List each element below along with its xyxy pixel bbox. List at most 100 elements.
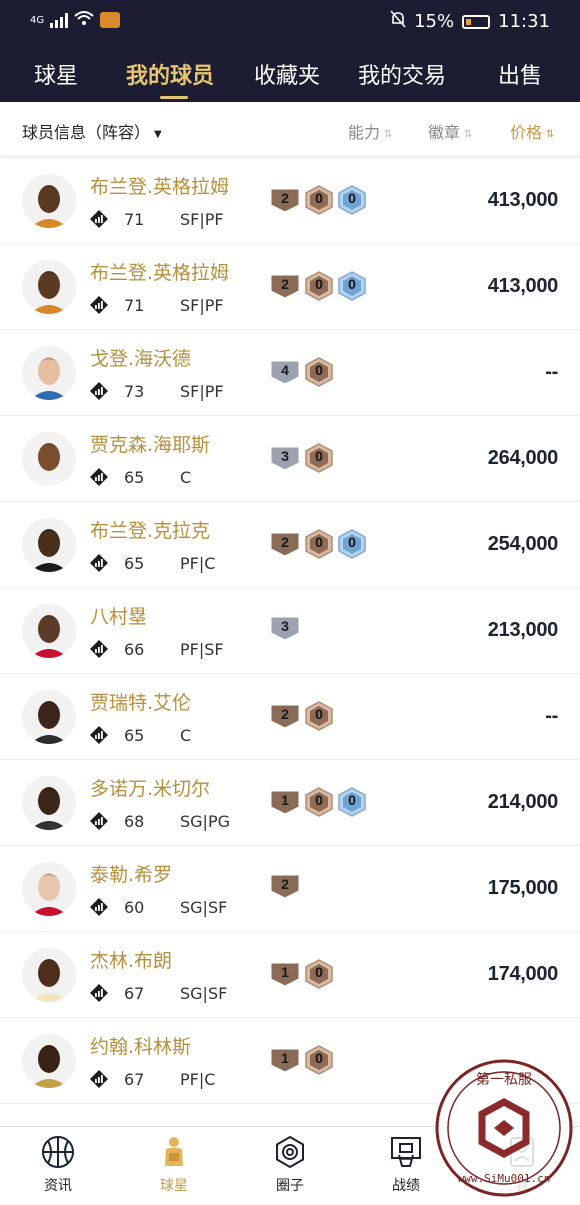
badge-count: 0 xyxy=(315,362,323,378)
basketball-icon xyxy=(42,1136,74,1168)
player-avatar xyxy=(22,260,76,314)
player-row[interactable]: 贾克森.海耶斯 65 C 3 0 264,000 xyxy=(0,416,580,502)
player-overall: 68 xyxy=(124,812,145,831)
badge-count: 2 xyxy=(281,876,289,892)
player-name: 泰勒.希罗 xyxy=(90,864,173,886)
player-price: -- xyxy=(545,705,558,727)
badge-count: 1 xyxy=(281,1050,289,1066)
rating-diamond-icon xyxy=(90,726,108,744)
player-name: 八村塁 xyxy=(90,606,148,628)
badge-count: 2 xyxy=(281,190,289,206)
player-avatar xyxy=(22,690,76,744)
player-row[interactable]: 泰勒.希罗 60 SG|SF 2 175,000 xyxy=(0,846,580,932)
player-avatar xyxy=(22,346,76,400)
network-type: 4G xyxy=(30,14,45,26)
badge-bronze-hex-icon: 0 xyxy=(305,1045,333,1075)
player-row[interactable]: 八村塁 66 PF|SF 3 213,000 xyxy=(0,588,580,674)
sort-badge-label: 徽章 xyxy=(428,123,461,142)
badge-bronze-hex-icon: 0 xyxy=(305,701,333,731)
badge-tier-icon: 2 xyxy=(270,703,300,729)
sort-price-label: 价格 xyxy=(510,123,543,142)
player-avatar xyxy=(22,174,76,228)
watermark-url: www.SiMu001.cn xyxy=(458,1172,551,1185)
badge-tier-icon: 3 xyxy=(270,445,300,471)
badge-count: 0 xyxy=(315,190,323,206)
circle-community-icon xyxy=(276,1135,304,1169)
nav-circle-label: 圈子 xyxy=(276,1178,304,1194)
rating-diamond-icon xyxy=(90,382,108,400)
badge-blue-hex-icon: 0 xyxy=(338,787,366,817)
battery-icon xyxy=(462,14,491,29)
player-name: 约翰.科林斯 xyxy=(90,1036,192,1058)
nav-stars[interactable]: 球星 xyxy=(134,1135,214,1195)
tab-my-trades[interactable]: 我的交易 xyxy=(358,58,446,90)
lineup-filter-dropdown[interactable]: 球员信息（阵容） ▼ xyxy=(22,119,162,143)
badge-count: 0 xyxy=(315,276,323,292)
tab-sell[interactable]: 出售 xyxy=(498,58,542,90)
top-tab-bar: 球星 我的球员 收藏夹 我的交易 出售 xyxy=(0,44,580,102)
badge-tier-icon: 2 xyxy=(270,531,300,557)
player-list[interactable]: 65PG布兰登.英格拉姆71SF|PF200413,000布兰登.英格拉姆71S… xyxy=(0,104,580,1126)
badge-bronze-hex-icon: 0 xyxy=(305,443,333,473)
player-row[interactable]: 布兰登.克拉克 65 PF|C 2 0 0 254,000 xyxy=(0,502,580,588)
badge-count: 1 xyxy=(281,964,289,980)
badge-tier-icon: 2 xyxy=(270,873,300,899)
player-overall: 65 xyxy=(124,726,145,745)
badge-group: 20 xyxy=(270,701,333,731)
player-avatar xyxy=(22,604,76,658)
player-price: 264,000 xyxy=(487,447,559,469)
player-overall: 66 xyxy=(124,640,145,659)
badge-group: 3 xyxy=(270,615,300,641)
nav-circle[interactable]: 圈子 xyxy=(250,1135,330,1195)
badge-count: 3 xyxy=(281,618,289,634)
badge-count: 2 xyxy=(281,276,289,292)
player-price: 254,000 xyxy=(487,533,559,555)
badge-group: 2 0 0 xyxy=(270,185,366,215)
rating-diamond-icon xyxy=(90,898,108,916)
player-avatar xyxy=(22,948,76,1002)
player-row[interactable]: 杰林.布朗 67 SG|SF 1 0 174,000 xyxy=(0,932,580,1018)
badge-count: 0 xyxy=(348,792,356,808)
player-position: PF|SF xyxy=(180,640,224,659)
badge-group: 30 xyxy=(270,443,333,473)
nav-stars-label: 球星 xyxy=(160,1178,188,1194)
player-row[interactable]: 布兰登.英格拉姆 71 SF|PF 2 0 0 413,000 xyxy=(0,244,580,330)
badge-count: 0 xyxy=(315,534,323,550)
player-row[interactable]: 多诺万.米切尔 68 SG|PG 1 0 0 214,000 xyxy=(0,760,580,846)
badge-group: 2 0 0 xyxy=(270,529,366,559)
player-price: 175,000 xyxy=(487,877,559,899)
player-row[interactable]: 贾瑞特.艾伦 65 C 2 0 -- xyxy=(0,674,580,760)
sort-by-price[interactable]: 价格 ⇅ xyxy=(510,119,554,143)
player-overall: 73 xyxy=(124,382,145,401)
player-position: PF|C xyxy=(180,1070,216,1089)
badge-bronze-hex-icon: 0 xyxy=(305,185,333,215)
sort-by-badge[interactable]: 徽章 ⇅ xyxy=(428,119,472,143)
player-overall: 65 xyxy=(124,468,145,487)
badge-count: 2 xyxy=(281,534,289,550)
badge-count: 0 xyxy=(315,706,323,722)
sort-by-ability[interactable]: 能力 ⇅ xyxy=(348,119,392,143)
tab-favorites[interactable]: 收藏夹 xyxy=(254,58,320,90)
player-name: 贾克森.海耶斯 xyxy=(90,434,211,456)
rating-diamond-icon xyxy=(90,554,108,572)
player-row[interactable]: 戈登.海沃德 73 SF|PF 4 0 -- xyxy=(0,330,580,416)
rating-diamond-icon xyxy=(90,984,108,1002)
badge-count: 0 xyxy=(348,534,356,550)
badge-bronze-hex-icon: 0 xyxy=(305,529,333,559)
player-row[interactable]: 布兰登.英格拉姆 71 SF|PF 2 0 0 413,000 xyxy=(0,158,580,244)
badge-count: 0 xyxy=(348,276,356,292)
badge-count: 0 xyxy=(315,448,323,464)
nav-news[interactable]: 资讯 xyxy=(18,1135,98,1195)
rating-diamond-icon xyxy=(90,210,108,228)
nav-news-label: 资讯 xyxy=(44,1178,72,1194)
tab-my-players[interactable]: 我的球员 xyxy=(126,58,214,90)
badge-group: 2 0 0 xyxy=(270,271,366,301)
rating-diamond-icon xyxy=(90,296,108,314)
badge-tier-icon: 1 xyxy=(270,1047,300,1073)
player-overall: 67 xyxy=(124,1070,145,1089)
player-name: 杰林.布朗 xyxy=(90,950,173,972)
tab-stars[interactable]: 球星 xyxy=(34,58,78,90)
badge-bronze-hex-icon: 0 xyxy=(305,271,333,301)
watermark-stamp: 第一私服 www.SiMu001.cn xyxy=(434,1058,574,1198)
player-price: 213,000 xyxy=(487,619,559,641)
